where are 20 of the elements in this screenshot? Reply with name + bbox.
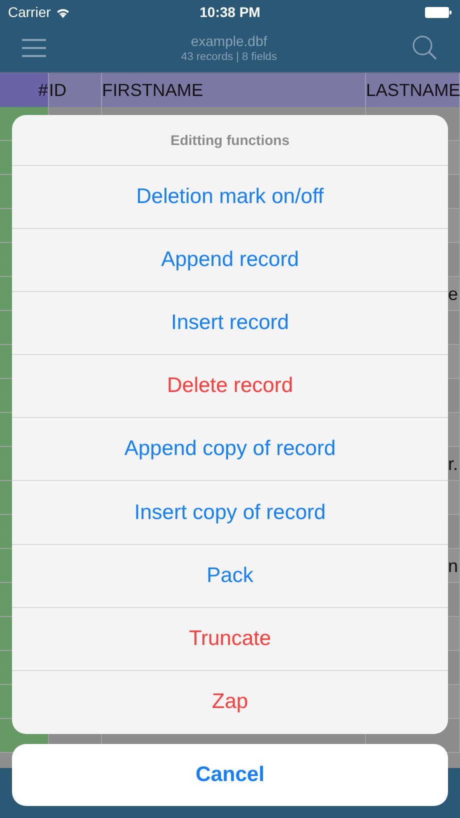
action-button[interactable]: Insert record	[12, 292, 448, 356]
action-button[interactable]: Zap	[12, 670, 448, 734]
wifi-icon	[56, 6, 70, 18]
file-title: example.dbf	[190, 33, 268, 49]
column-header[interactable]: #	[0, 73, 49, 107]
menu-icon[interactable]	[22, 38, 46, 58]
action-button[interactable]: Pack	[12, 544, 448, 608]
clock-time: 10:38 PM	[200, 4, 260, 20]
action-button[interactable]: Deletion mark on/off	[12, 166, 448, 230]
carrier-label: Carrier	[8, 4, 51, 20]
battery-icon	[425, 6, 452, 18]
search-icon[interactable]	[412, 35, 438, 61]
cancel-button[interactable]: Cancel	[12, 744, 448, 806]
action-button[interactable]: Append record	[12, 229, 448, 292]
sheet-title: Editting functions	[12, 115, 448, 166]
action-button[interactable]: Insert copy of record	[12, 481, 448, 545]
action-button[interactable]: Truncate	[12, 608, 448, 671]
action-button[interactable]: Append copy of record	[12, 418, 448, 482]
action-button[interactable]: Delete record	[12, 355, 448, 418]
file-summary: 43 records | 8 fields	[181, 51, 277, 63]
